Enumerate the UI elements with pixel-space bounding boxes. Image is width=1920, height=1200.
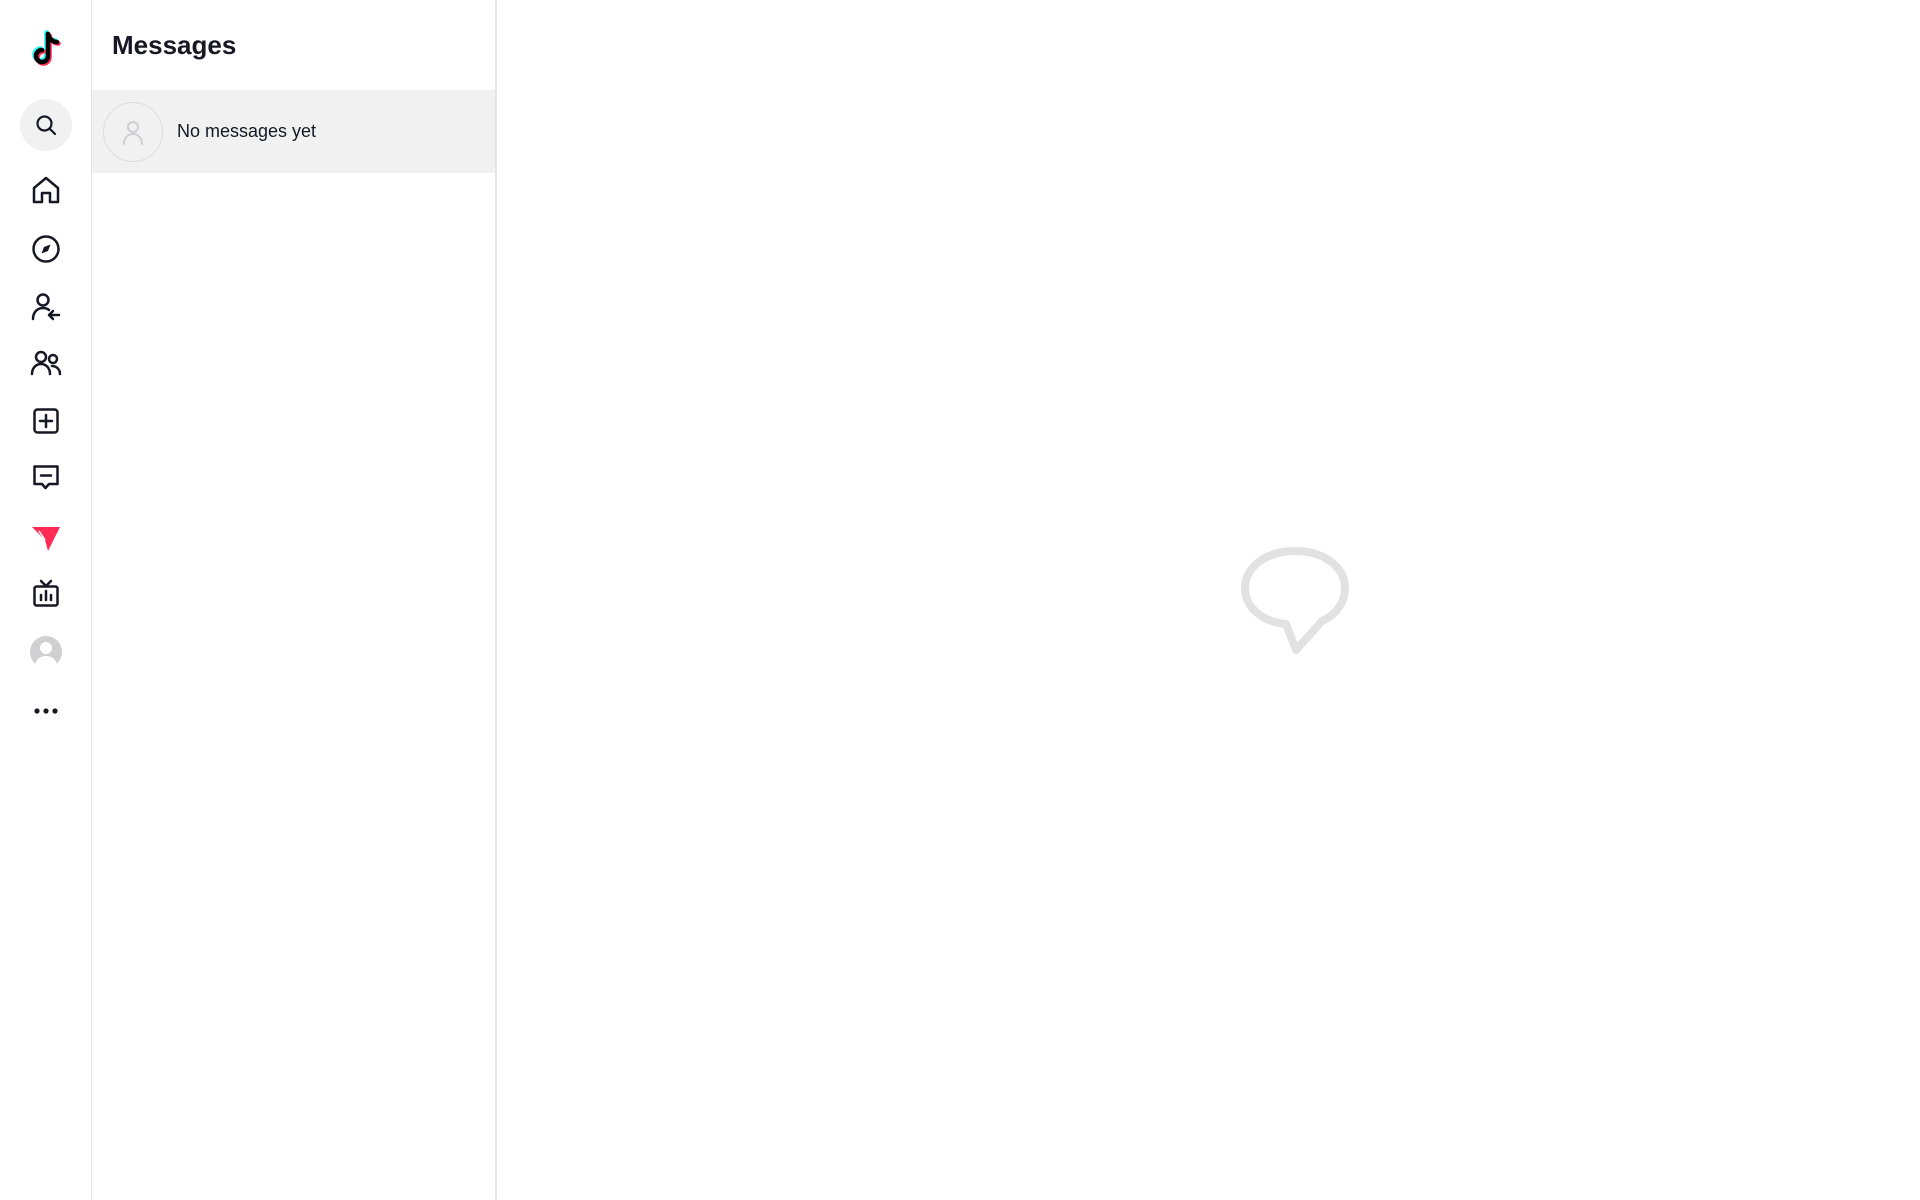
page-title: Messages — [112, 30, 237, 60]
chat-bubble-icon — [1241, 547, 1349, 654]
nav-explore[interactable] — [20, 223, 72, 275]
nav-home[interactable] — [20, 164, 72, 216]
profile-avatar-icon — [30, 636, 62, 669]
search-button[interactable] — [20, 99, 72, 151]
more-icon — [34, 708, 58, 714]
upload-icon — [33, 408, 59, 434]
nav-activity[interactable] — [20, 451, 72, 503]
nav-profile[interactable] — [20, 626, 72, 678]
messages-list-panel: Messages No messages yet — [92, 0, 497, 1200]
following-icon — [31, 293, 61, 321]
app-root: Messages No messages yet — [0, 0, 1920, 1200]
nav-live[interactable] — [20, 568, 72, 620]
activity-icon — [33, 465, 59, 490]
avatar — [103, 101, 163, 162]
side-nav-rail — [0, 0, 92, 1200]
nav-more[interactable] — [20, 685, 72, 737]
tiktok-logo-icon[interactable] — [20, 24, 72, 76]
nav-upload[interactable] — [20, 395, 72, 447]
messages-icon — [32, 527, 60, 551]
nav-following[interactable] — [20, 281, 72, 333]
nav-friends[interactable] — [20, 337, 72, 389]
search-icon — [36, 115, 57, 136]
nav-messages[interactable] — [20, 512, 72, 564]
conversation-label: No messages yet — [177, 121, 317, 141]
home-icon — [32, 176, 60, 204]
friends-icon — [30, 350, 62, 376]
conversation-list-item[interactable]: No messages yet — [92, 90, 495, 173]
live-icon — [33, 579, 59, 607]
user-placeholder-icon — [123, 120, 143, 145]
conversation-view — [497, 0, 1920, 1200]
explore-compass-icon — [32, 235, 60, 263]
